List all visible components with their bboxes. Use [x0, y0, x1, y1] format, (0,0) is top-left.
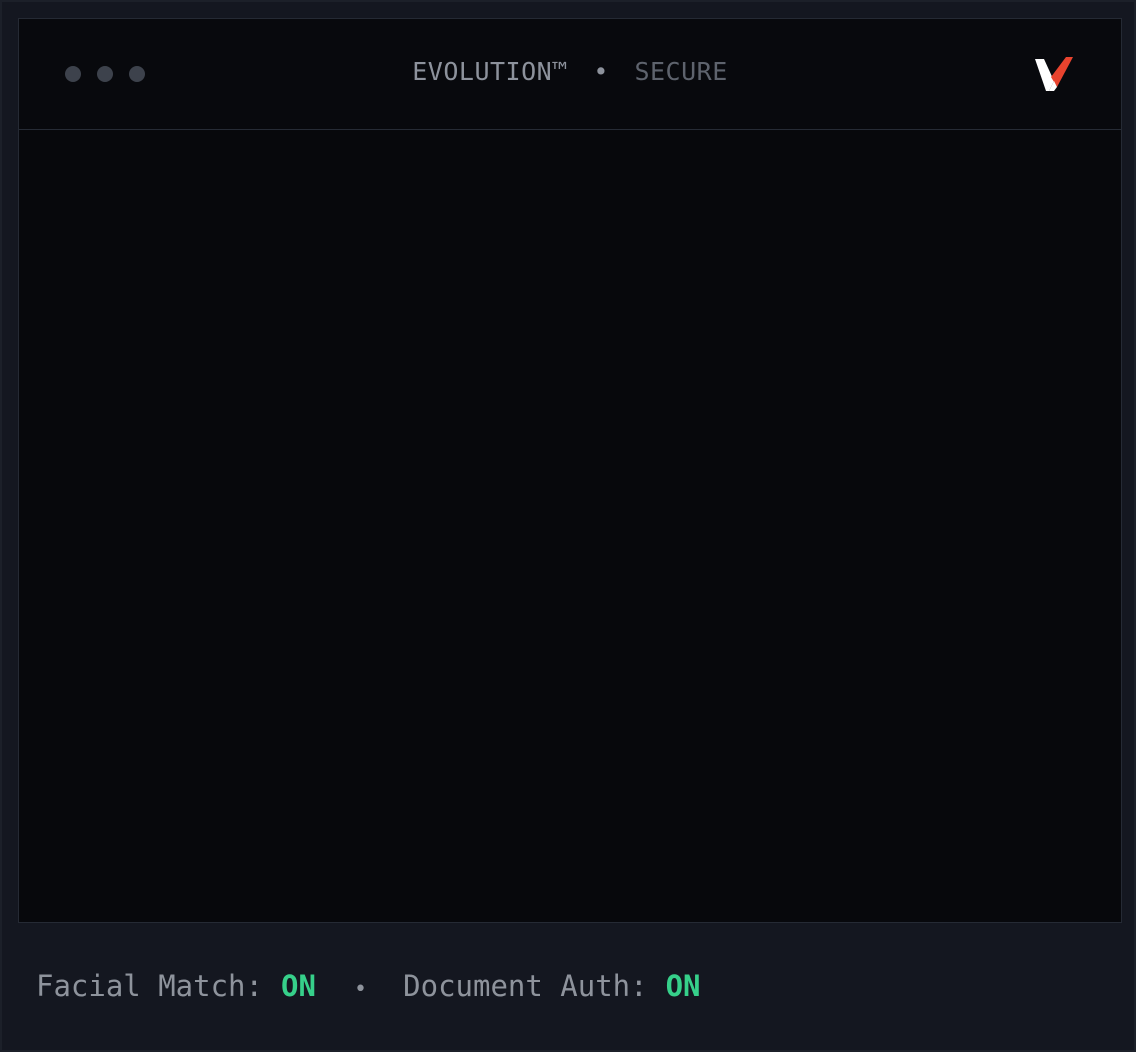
document-auth-status: ON [665, 969, 701, 1003]
facial-match-label: Facial Match: [36, 969, 263, 1003]
secure-window: EVOLUTION™ • SECURE [18, 18, 1122, 923]
document-auth-label: Document Auth: [403, 969, 648, 1003]
title-secondary: SECURE [634, 57, 728, 86]
status-separator: • [353, 977, 368, 1002]
window-title: EVOLUTION™ • SECURE [19, 57, 1121, 86]
title-primary: EVOLUTION™ [412, 57, 568, 86]
app-frame: EVOLUTION™ • SECURE Facial Match: ON • D… [0, 0, 1136, 1052]
v-check-logo-icon [1035, 57, 1073, 91]
title-separator: • [593, 57, 609, 86]
window-titlebar: EVOLUTION™ • SECURE [19, 19, 1121, 130]
facial-match-status: ON [280, 969, 316, 1003]
camera-viewport [19, 130, 1121, 922]
status-bar: Facial Match: ON • Document Auth: ON [36, 969, 701, 1003]
